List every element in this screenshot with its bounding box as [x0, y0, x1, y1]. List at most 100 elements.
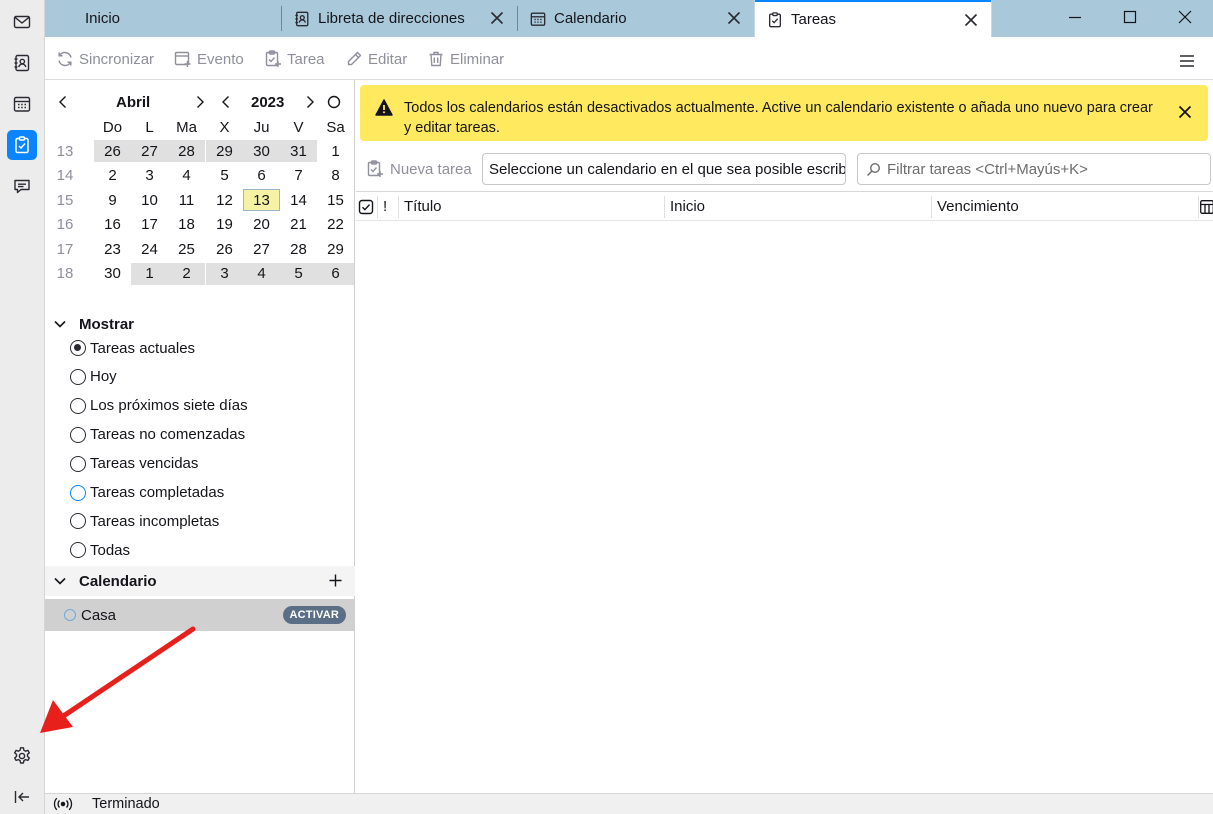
- radio-button[interactable]: [70, 397, 86, 414]
- show-section-header[interactable]: Mostrar: [45, 309, 355, 339]
- day-cell[interactable]: 17: [131, 214, 168, 236]
- tab-close-button[interactable]: [726, 10, 742, 26]
- day-cell[interactable]: 28: [280, 238, 317, 260]
- day-cell[interactable]: 27: [131, 140, 168, 162]
- filter-option[interactable]: Tareas actuales: [70, 336, 195, 360]
- day-cell[interactable]: 20: [243, 214, 280, 236]
- start-column-header[interactable]: Inicio: [670, 192, 930, 221]
- day-cell[interactable]: 1: [131, 262, 168, 285]
- radio-button[interactable]: [70, 426, 86, 443]
- today-button[interactable]: [326, 94, 342, 110]
- radio-button[interactable]: [70, 368, 86, 385]
- day-cell[interactable]: 10: [131, 189, 168, 211]
- day-cell[interactable]: 31: [280, 140, 317, 162]
- day-cell[interactable]: 23: [94, 238, 131, 260]
- day-cell[interactable]: 27: [243, 238, 280, 260]
- tab-close-button[interactable]: [489, 10, 505, 26]
- day-cell[interactable]: 29: [317, 238, 354, 260]
- tab-calendar[interactable]: Calendario: [518, 0, 754, 37]
- filter-option[interactable]: Todas: [70, 538, 130, 562]
- settings-button[interactable]: [7, 741, 37, 771]
- next-year-button[interactable]: [302, 94, 318, 110]
- column-picker-button[interactable]: [1200, 192, 1213, 221]
- previous-year-button[interactable]: [218, 94, 234, 110]
- calendar-space-button[interactable]: [7, 89, 37, 119]
- day-cell[interactable]: 26: [94, 140, 131, 162]
- month-label[interactable]: Abril: [116, 90, 150, 114]
- day-cell-today[interactable]: 13: [243, 189, 280, 211]
- activate-calendar-button[interactable]: ACTIVAR: [282, 606, 346, 624]
- day-cell[interactable]: 1: [317, 140, 354, 162]
- day-cell[interactable]: 2: [94, 165, 131, 187]
- filter-tasks-input[interactable]: [887, 160, 1207, 178]
- new-event-button[interactable]: Evento: [174, 47, 244, 71]
- new-task-button[interactable]: Nueva tarea: [366, 157, 472, 181]
- day-cell[interactable]: 4: [243, 262, 280, 285]
- radio-button[interactable]: [70, 542, 86, 559]
- day-cell[interactable]: 7: [280, 165, 317, 187]
- title-column-header[interactable]: Título: [404, 192, 664, 221]
- year-label[interactable]: 2023: [251, 90, 284, 114]
- collapse-spaces-button[interactable]: [7, 782, 37, 812]
- day-cell[interactable]: 29: [206, 140, 243, 162]
- maximize-button[interactable]: [1100, 0, 1160, 34]
- priority-column-header[interactable]: !: [383, 192, 397, 221]
- calendar-select-field[interactable]: Seleccione un calendario en el que sea p…: [482, 153, 846, 185]
- radio-button[interactable]: [70, 455, 86, 472]
- due-column-header[interactable]: Vencimiento: [937, 192, 1187, 221]
- day-cell[interactable]: 12: [206, 189, 243, 211]
- tab-close-button[interactable]: [963, 12, 979, 28]
- calendar-list-item[interactable]: Casa ACTIVAR: [45, 599, 355, 631]
- previous-month-button[interactable]: [55, 94, 71, 110]
- day-cell[interactable]: 16: [94, 214, 131, 236]
- day-cell[interactable]: 3: [206, 262, 243, 285]
- minimize-button[interactable]: [1045, 0, 1105, 34]
- filter-option[interactable]: Hoy: [70, 365, 117, 389]
- day-cell[interactable]: 5: [280, 262, 317, 285]
- add-calendar-button[interactable]: [328, 573, 343, 588]
- day-cell[interactable]: 18: [168, 214, 205, 236]
- radio-button[interactable]: [70, 484, 86, 501]
- day-cell[interactable]: 22: [317, 214, 354, 236]
- close-window-button[interactable]: [1155, 0, 1213, 34]
- day-cell[interactable]: 25: [168, 238, 205, 260]
- filter-tasks-field[interactable]: [857, 153, 1211, 185]
- day-cell[interactable]: 21: [280, 214, 317, 236]
- calendar-section-header[interactable]: Calendario: [45, 566, 355, 596]
- online-status-icon[interactable]: [52, 797, 74, 811]
- filter-option[interactable]: Los próximos siete días: [70, 394, 248, 418]
- day-cell[interactable]: 30: [243, 140, 280, 162]
- mail-space-button[interactable]: [7, 7, 37, 37]
- day-cell[interactable]: 30: [94, 263, 131, 285]
- filter-option[interactable]: Tareas incompletas: [70, 509, 219, 533]
- edit-button[interactable]: Editar: [345, 47, 407, 71]
- tasks-space-button[interactable]: [7, 130, 37, 160]
- app-menu-button[interactable]: [1178, 49, 1201, 73]
- day-cell[interactable]: 11: [168, 189, 205, 211]
- day-cell[interactable]: 24: [131, 238, 168, 260]
- delete-button[interactable]: Eliminar: [427, 47, 504, 71]
- filter-option[interactable]: Tareas completadas: [70, 481, 224, 505]
- radio-button[interactable]: [70, 340, 86, 356]
- day-cell[interactable]: 6: [243, 165, 280, 187]
- day-cell[interactable]: 28: [168, 140, 205, 162]
- day-cell[interactable]: 14: [280, 189, 317, 211]
- day-cell[interactable]: 8: [317, 165, 354, 187]
- tab-address-book[interactable]: Libreta de direcciones: [282, 0, 517, 37]
- tab-tasks[interactable]: Tareas: [755, 0, 991, 37]
- radio-button[interactable]: [70, 513, 86, 530]
- dismiss-notification-button[interactable]: [1178, 105, 1192, 119]
- day-cell[interactable]: 6: [317, 262, 354, 285]
- address-book-space-button[interactable]: [7, 48, 37, 78]
- chat-space-button[interactable]: [7, 171, 37, 201]
- day-cell[interactable]: 19: [206, 214, 243, 236]
- completed-column-header[interactable]: [358, 192, 376, 221]
- day-cell[interactable]: 5: [206, 165, 243, 187]
- day-cell[interactable]: 9: [94, 189, 131, 211]
- tab-home[interactable]: Inicio: [45, 0, 281, 37]
- filter-option[interactable]: Tareas no comenzadas: [70, 423, 245, 447]
- day-cell[interactable]: 2: [168, 262, 205, 285]
- sync-button[interactable]: Sincronizar: [56, 47, 154, 71]
- day-cell[interactable]: 26: [206, 238, 243, 260]
- filter-option[interactable]: Tareas vencidas: [70, 452, 198, 476]
